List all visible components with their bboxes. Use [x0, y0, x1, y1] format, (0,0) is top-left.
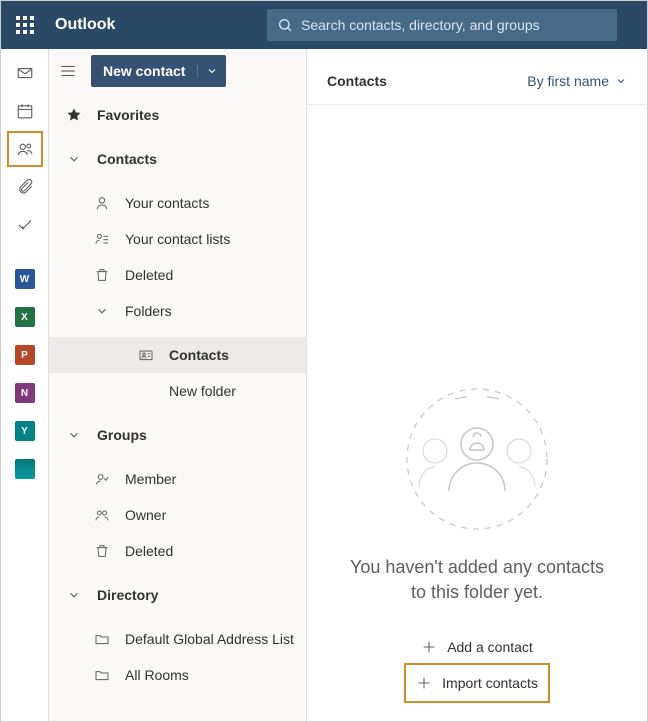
mail-icon — [16, 64, 34, 82]
star-icon — [65, 107, 83, 123]
new-contact-split[interactable] — [197, 65, 226, 77]
page-title: Contacts — [327, 73, 387, 89]
person-icon — [93, 195, 111, 211]
attachment-icon — [16, 178, 34, 196]
folder-icon — [93, 631, 111, 647]
people-icon — [93, 507, 111, 523]
trash-icon — [93, 543, 111, 559]
mail-button[interactable] — [9, 57, 41, 89]
sort-button[interactable]: By first name — [527, 73, 627, 89]
files-button[interactable] — [9, 171, 41, 203]
chevron-down-icon — [65, 428, 83, 442]
people-button[interactable] — [9, 133, 41, 165]
add-contact-label: Add a contact — [447, 639, 533, 655]
nav-label: New folder — [169, 383, 236, 399]
empty-illustration — [397, 379, 557, 539]
nav-label: Your contact lists — [125, 231, 230, 247]
nav-label: Deleted — [125, 267, 173, 283]
nav-new-folder[interactable]: New folder — [49, 373, 306, 409]
more-apps-button[interactable] — [9, 453, 41, 485]
powerpoint-button[interactable]: P — [9, 339, 41, 371]
nav-your-contact-lists[interactable]: Your contact lists — [49, 221, 306, 257]
nav-folders[interactable]: Folders — [49, 293, 306, 329]
nav-member[interactable]: Member — [49, 461, 306, 497]
nav-label: Deleted — [125, 543, 173, 559]
search-input[interactable]: Search contacts, directory, and groups — [267, 9, 617, 41]
person-icon — [93, 471, 111, 487]
main-pane: Contacts By first name — [307, 49, 647, 721]
word-icon: W — [15, 269, 35, 289]
new-contact-button[interactable]: New contact — [91, 55, 226, 87]
nav-your-contacts[interactable]: Your contacts — [49, 185, 306, 221]
nav-label: All Rooms — [125, 667, 189, 683]
yammer-button[interactable]: Y — [9, 415, 41, 447]
nav-label: Your contacts — [125, 195, 209, 211]
calendar-icon — [16, 102, 34, 120]
chevron-down-icon — [615, 75, 627, 87]
word-button[interactable]: W — [9, 263, 41, 295]
checkmark-icon — [16, 216, 34, 234]
nav-default-gal[interactable]: Default Global Address List — [49, 621, 306, 657]
brand-title: Outlook — [49, 16, 115, 34]
import-contacts-button[interactable]: Import contacts — [406, 665, 548, 701]
excel-button[interactable]: X — [9, 301, 41, 333]
waffle-icon — [16, 16, 34, 34]
nav-label: Contacts — [97, 151, 157, 167]
yammer-icon: Y — [15, 421, 35, 441]
add-contact-button[interactable]: Add a contact — [411, 629, 543, 665]
sort-label: By first name — [527, 73, 609, 89]
powerpoint-icon: P — [15, 345, 35, 365]
nav-groups-header[interactable]: Groups — [49, 417, 306, 453]
chevron-down-icon — [206, 65, 218, 77]
nav-contacts-header[interactable]: Contacts — [49, 141, 306, 177]
nav-label: Owner — [125, 507, 166, 523]
people-list-icon — [93, 231, 111, 247]
people-icon — [16, 140, 34, 158]
todo-button[interactable] — [9, 209, 41, 241]
plus-icon — [421, 639, 437, 655]
search-icon — [277, 17, 293, 33]
nav-label: Contacts — [169, 347, 229, 363]
nav-label: Folders — [125, 303, 172, 319]
import-contacts-label: Import contacts — [442, 675, 538, 691]
empty-state-text: You haven't added any contactsto this fo… — [330, 555, 624, 605]
folder-nav: New contact Favorites Contacts Your cont… — [49, 49, 307, 721]
nav-folder-contacts[interactable]: Contacts — [49, 337, 306, 373]
nav-directory-header[interactable]: Directory — [49, 577, 306, 613]
nav-all-rooms[interactable]: All Rooms — [49, 657, 306, 693]
nav-label: Default Global Address List — [125, 631, 294, 647]
new-contact-label: New contact — [91, 63, 197, 79]
excel-icon: X — [15, 307, 35, 327]
nav-owner[interactable]: Owner — [49, 497, 306, 533]
folder-icon — [93, 667, 111, 683]
nav-label: Member — [125, 471, 176, 487]
app-rail: W X P N Y — [1, 49, 49, 721]
contact-card-icon — [137, 347, 155, 363]
calendar-button[interactable] — [9, 95, 41, 127]
nav-label: Directory — [97, 587, 158, 603]
search-placeholder: Search contacts, directory, and groups — [293, 17, 540, 33]
hamburger-icon — [59, 62, 77, 80]
nav-favorites[interactable]: Favorites — [49, 97, 306, 133]
plus-icon — [416, 675, 432, 691]
toggle-nav-button[interactable] — [59, 62, 77, 80]
trash-icon — [93, 267, 111, 283]
nav-groups-deleted[interactable]: Deleted — [49, 533, 306, 569]
nav-label: Favorites — [97, 107, 159, 123]
app-icon — [15, 459, 35, 479]
chevron-down-icon — [65, 152, 83, 166]
nav-deleted[interactable]: Deleted — [49, 257, 306, 293]
nav-label: Groups — [97, 427, 147, 443]
chevron-down-icon — [65, 588, 83, 602]
onenote-button[interactable]: N — [9, 377, 41, 409]
onenote-icon: N — [15, 383, 35, 403]
app-launcher-button[interactable] — [1, 1, 49, 49]
chevron-down-icon — [93, 304, 111, 318]
